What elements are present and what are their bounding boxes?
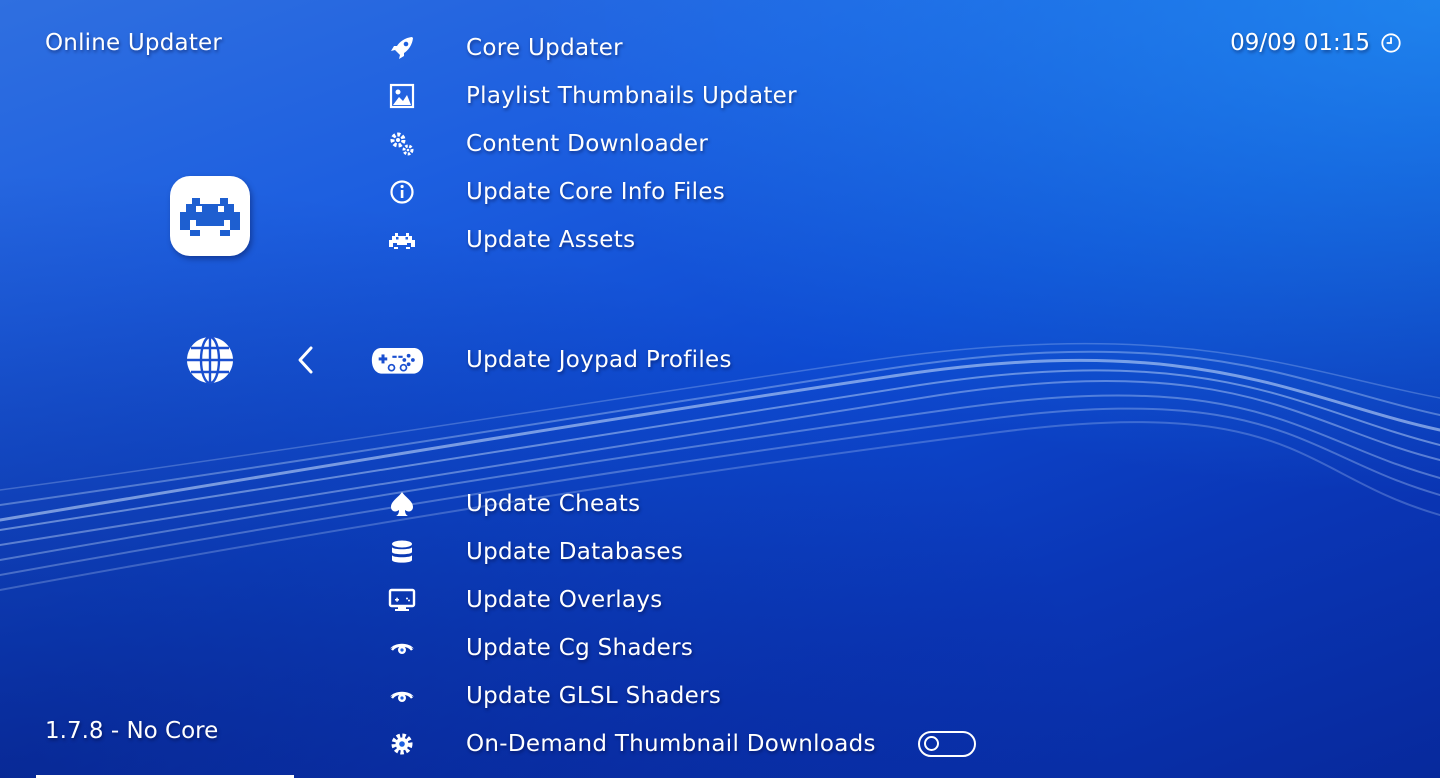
wave-ribbon [0, 342, 1440, 591]
menu-item-label: On-Demand Thumbnail Downloads [466, 731, 876, 757]
menu-item-label: Update Core Info Files [466, 179, 726, 205]
back-arrow-icon[interactable] [294, 344, 318, 376]
menu-item-update-cg-shaders[interactable]: Update Cg Shaders [380, 628, 693, 668]
menu-item-playlist-thumbnails-updater[interactable]: Playlist Thumbnails Updater [380, 76, 797, 116]
clock-text: 09/09 01:15 [1230, 30, 1370, 56]
gear-icon [380, 724, 424, 764]
gears-icon [380, 124, 424, 164]
menu-item-update-joypad-profiles[interactable]: Update Joypad Profiles [371, 340, 731, 380]
menu-item-update-core-info-files[interactable]: Update Core Info Files [380, 172, 725, 212]
menu-item-content-downloader[interactable]: Content Downloader [380, 124, 708, 164]
image-icon [380, 76, 424, 116]
invader-icon [380, 220, 424, 260]
rocket-icon [380, 28, 424, 68]
menu-item-label: Update Databases [466, 539, 684, 565]
menu-item-update-assets[interactable]: Update Assets [380, 220, 635, 260]
menu-item-label: Update Overlays [466, 587, 663, 613]
menu-item-label: Update Cheats [466, 491, 641, 517]
version-label: 1.7.8 - No Core [45, 718, 219, 744]
info-icon [380, 172, 424, 212]
menu-item-label: Update Cg Shaders [466, 635, 694, 661]
menu-item-update-glsl-shaders[interactable]: Update GLSL Shaders [380, 676, 721, 716]
menu-item-update-overlays[interactable]: Update Overlays [380, 580, 662, 620]
clock-icon [1381, 33, 1401, 53]
clock: 09/09 01:15 [1230, 30, 1402, 56]
menu-item-label: Content Downloader [466, 131, 709, 157]
database-icon [380, 532, 424, 572]
background-glow [0, 0, 1440, 778]
toggle-knob [924, 736, 939, 751]
page-title: Online Updater [45, 30, 223, 56]
menu-item-label: Core Updater [466, 35, 623, 61]
globe-icon[interactable] [184, 334, 236, 386]
menu-item-label: Update Joypad Profiles [466, 347, 732, 373]
invader-logo-icon [180, 198, 240, 236]
menu-item-label: Update Assets [466, 227, 636, 253]
menu-item-label: Update GLSL Shaders [466, 683, 722, 709]
spade-icon [380, 484, 424, 524]
menu-item-update-databases[interactable]: Update Databases [380, 532, 683, 572]
gamepad-icon [371, 340, 424, 380]
menu-item-core-updater[interactable]: Core Updater [380, 28, 623, 68]
monitor-icon [380, 580, 424, 620]
menu-item-label: Playlist Thumbnails Updater [466, 83, 797, 109]
eye-icon [380, 676, 424, 716]
menu-item-on-demand-thumbnail-downloads[interactable]: On-Demand Thumbnail Downloads [380, 724, 876, 764]
menu-item-update-cheats[interactable]: Update Cheats [380, 484, 640, 524]
thumbnail-downloads-toggle[interactable] [918, 731, 976, 757]
retroarch-logo [170, 176, 250, 256]
eye-icon [380, 628, 424, 668]
